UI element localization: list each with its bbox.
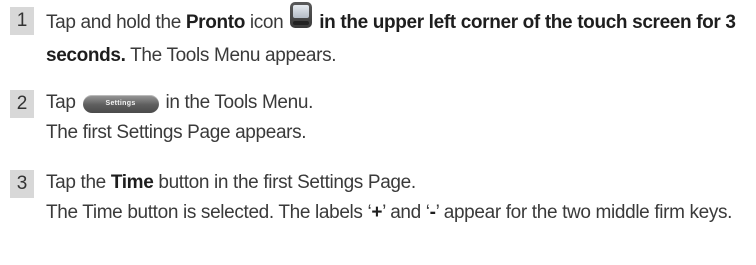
step-number: 1 bbox=[10, 7, 34, 35]
text: button in the first Settings Page. bbox=[153, 172, 416, 193]
text: in the Tools Menu. bbox=[160, 92, 314, 114]
bold-text: Pronto bbox=[185, 12, 245, 34]
text: Tap bbox=[46, 92, 81, 114]
text: Tap and hold the bbox=[46, 12, 186, 34]
bold-text: Time bbox=[110, 172, 154, 193]
text: The Time button is selected. The labels … bbox=[46, 202, 372, 223]
text: Tap the bbox=[46, 172, 111, 193]
bold-text: + bbox=[371, 202, 383, 223]
text: The first Settings Page appears. bbox=[46, 122, 307, 144]
text: The Tools Menu appears. bbox=[125, 45, 337, 66]
step-number: 3 bbox=[10, 170, 34, 198]
pronto-device-icon bbox=[288, 2, 314, 38]
step-text: Tap the Time button in the first Setting… bbox=[46, 168, 748, 228]
step-number: 2 bbox=[10, 90, 34, 118]
text: ’ and ‘ bbox=[382, 202, 430, 223]
text: ’ appear for the two middle firm keys. bbox=[435, 202, 733, 223]
settings-button-label: Settings bbox=[82, 95, 159, 113]
step-text: Tap Settings in the Tools Menu. The firs… bbox=[46, 88, 748, 148]
settings-button[interactable]: Settings bbox=[81, 85, 161, 115]
step-text: Tap and hold the Pronto icon in the uppe… bbox=[46, 2, 748, 71]
text: icon bbox=[244, 12, 289, 34]
